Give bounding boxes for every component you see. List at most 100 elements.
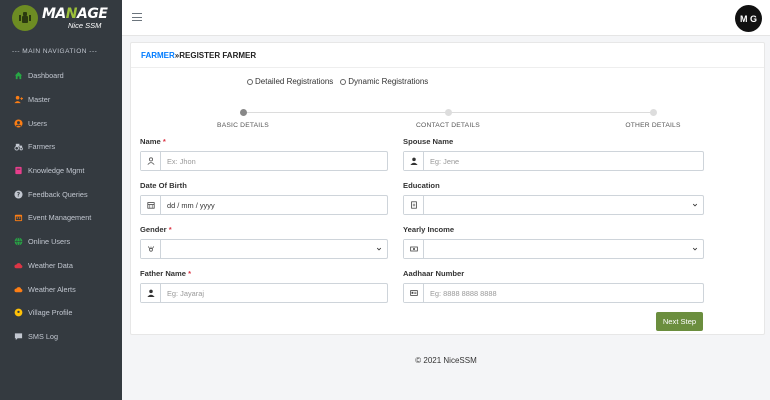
gender-select[interactable]	[161, 240, 387, 258]
topbar: M G	[122, 0, 770, 36]
brand-title: MANAGE	[42, 5, 108, 22]
sidebar-item-weather-data[interactable]: Weather Data	[0, 254, 122, 278]
cloud-alert-icon	[13, 284, 23, 294]
aadhaar-input[interactable]: Eg: 8888 8888 8888	[424, 284, 703, 302]
sidebar-item-village-profile[interactable]: Village Profile	[0, 301, 122, 325]
hamburger-menu-icon[interactable]	[132, 13, 142, 22]
sidebar-item-online-users[interactable]: Online Users	[0, 230, 122, 254]
name-input[interactable]: Ex: Jhon	[161, 152, 387, 170]
step-dot-other[interactable]	[650, 109, 657, 116]
chevron-down-icon	[376, 247, 382, 251]
book-icon	[13, 166, 23, 176]
father-name-input[interactable]: Eg: Jayaraj	[161, 284, 387, 302]
aadhaar-label: Aadhaar Number	[403, 269, 465, 278]
sidebar-item-farmers[interactable]: Farmers	[0, 135, 122, 159]
globe-icon	[13, 237, 23, 247]
aadhaar-field: Aadhaar Number Eg: 8888 8888 8888	[403, 269, 704, 303]
message-icon	[13, 331, 23, 341]
nav-list: Dashboard Master Users Farmers Knowledge…	[0, 64, 122, 348]
yearly-income-field: Yearly Income	[403, 225, 704, 259]
name-field: Name * Ex: Jhon	[140, 137, 388, 171]
name-label: Name *	[140, 137, 166, 146]
gender-field: Gender *	[140, 225, 388, 259]
footer-copyright: © 2021 NiceSSM	[415, 356, 477, 365]
logo-emblem-icon	[12, 5, 38, 31]
calendar-icon	[13, 213, 23, 223]
radio-dynamic-registrations[interactable]: Dynamic Registrations	[340, 77, 428, 86]
user-icon	[141, 152, 161, 170]
sidebar-item-master[interactable]: Master	[0, 88, 122, 112]
sidebar-item-dashboard[interactable]: Dashboard	[0, 64, 122, 88]
id-card-icon	[404, 284, 424, 302]
education-field: Education	[403, 181, 704, 215]
father-name-label: Father Name *	[140, 269, 192, 278]
father-name-field: Father Name * Eg: Jayaraj	[140, 269, 388, 303]
registration-type-group: Detailed Registrations Dynamic Registrat…	[247, 77, 435, 86]
spouse-name-input[interactable]: Eg: Jene	[424, 152, 703, 170]
step-label-other: OTHER DETAILS	[625, 122, 681, 129]
register-farmer-card: FARMER » REGISTER FARMER Detailed Regist…	[130, 42, 765, 335]
dob-field: Date Of Birth dd / mm / yyyy	[140, 181, 388, 215]
sidebar-item-label: Village Profile	[28, 308, 73, 318]
sidebar-item-label: Weather Alerts	[28, 284, 76, 294]
gender-label: Gender *	[140, 225, 172, 234]
brand-logo[interactable]: MANAGE Nice SSM	[0, 0, 122, 36]
dob-input[interactable]: dd / mm / yyyy	[161, 196, 387, 214]
spouse-name-field: Spouse Name Eg: Jene	[403, 137, 704, 171]
user-icon	[141, 284, 161, 302]
sidebar-item-label: Dashboard	[28, 71, 64, 81]
money-icon	[404, 240, 424, 258]
question-icon: ?	[13, 189, 23, 199]
user-avatar[interactable]: M G	[735, 5, 762, 32]
sidebar-item-label: Weather Data	[28, 260, 73, 270]
sidebar-item-feedback[interactable]: ? Feedback Queries	[0, 182, 122, 206]
sidebar-item-label: SMS Log	[28, 331, 59, 341]
yearly-income-select[interactable]	[424, 240, 703, 258]
radio-detailed-registrations[interactable]: Detailed Registrations	[247, 77, 333, 86]
document-icon	[404, 196, 424, 214]
education-select[interactable]	[424, 196, 703, 214]
sidebar-item-label: Users	[28, 118, 48, 128]
radio-label: Dynamic Registrations	[348, 77, 429, 86]
user-plus-icon	[13, 95, 23, 105]
radio-circle-icon	[340, 78, 347, 85]
radio-circle-icon	[247, 78, 253, 85]
step-label-basic: BASIC DETAILS	[217, 122, 269, 129]
sidebar-item-label: Farmers	[28, 142, 56, 152]
brand-subtitle: Nice SSM	[68, 20, 102, 30]
dob-label: Date Of Birth	[140, 181, 187, 190]
education-label: Education	[403, 181, 440, 190]
user-circle-icon	[13, 118, 23, 128]
step-dot-contact[interactable]	[445, 109, 452, 116]
sidebar-item-label: Event Management	[28, 213, 92, 223]
sidebar-item-label: Master	[28, 95, 51, 105]
home-icon	[13, 71, 23, 81]
breadcrumb-current: REGISTER FARMER	[179, 50, 257, 60]
step-label-contact: CONTACT DETAILS	[416, 122, 480, 129]
map-pin-icon	[13, 308, 23, 318]
sidebar-item-users[interactable]: Users	[0, 111, 122, 135]
form-stepper: BASIC DETAILS CONTACT DETAILS OTHER DETA…	[131, 107, 766, 137]
cloud-icon	[13, 260, 23, 270]
sidebar: MANAGE Nice SSM --- MAIN NAVIGATION --- …	[0, 0, 122, 400]
sidebar-item-label: Feedback Queries	[28, 189, 88, 199]
radio-label: Detailed Registrations	[255, 77, 334, 86]
breadcrumb-farmer-link[interactable]: FARMER	[141, 51, 175, 60]
sidebar-item-weather-alerts[interactable]: Weather Alerts	[0, 277, 122, 301]
sidebar-item-events[interactable]: Event Management	[0, 206, 122, 230]
step-dot-basic[interactable]	[240, 109, 247, 116]
chevron-down-icon	[692, 203, 698, 207]
sidebar-item-sms-log[interactable]: SMS Log	[0, 325, 122, 349]
breadcrumb: FARMER » REGISTER FARMER	[131, 43, 764, 68]
next-step-button[interactable]: Next Step	[656, 312, 703, 331]
sidebar-item-knowledge[interactable]: Knowledge Mgmt	[0, 159, 122, 183]
spouse-name-label: Spouse Name	[403, 137, 454, 146]
sidebar-item-label: Knowledge Mgmt	[28, 166, 85, 176]
nav-heading: --- MAIN NAVIGATION ---	[12, 48, 98, 55]
user-icon	[404, 152, 424, 170]
tractor-icon	[13, 142, 23, 152]
calendar-icon	[141, 196, 161, 214]
yearly-income-label: Yearly Income	[403, 225, 455, 234]
gender-icon	[141, 240, 161, 258]
sidebar-item-label: Online Users	[28, 237, 71, 247]
